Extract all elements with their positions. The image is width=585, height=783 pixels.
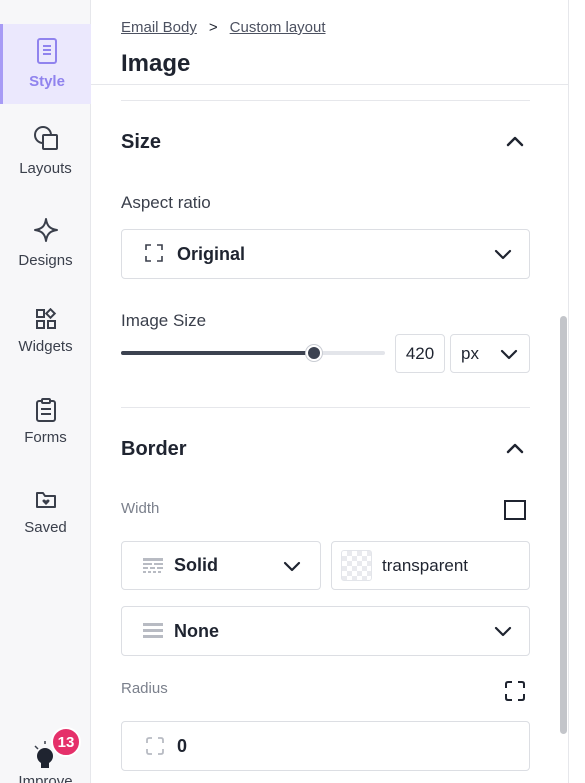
- sidebar-item-label: Style: [29, 73, 65, 90]
- panel-edge: [568, 0, 569, 783]
- corner-radius-icon: [145, 736, 165, 756]
- border-style-select[interactable]: Solid: [121, 541, 321, 590]
- image-size-input[interactable]: 420: [395, 334, 445, 373]
- divider: [121, 407, 530, 408]
- border-color-field[interactable]: transparent: [331, 541, 530, 590]
- sidebar-item-label: Widgets: [18, 338, 73, 355]
- breadcrumb-email-body[interactable]: Email Body: [121, 19, 197, 36]
- aspect-ratio-label: Aspect ratio: [121, 193, 211, 212]
- border-side-value: None: [174, 620, 219, 641]
- scrollbar[interactable]: [560, 316, 567, 734]
- style-doc-icon: [33, 37, 61, 65]
- collapse-size-chevron-up-icon[interactable]: [503, 130, 527, 154]
- notification-badge: 13: [51, 727, 81, 757]
- breadcrumb-custom-layout[interactable]: Custom layout: [230, 19, 326, 36]
- collapse-border-chevron-up-icon[interactable]: [503, 437, 527, 461]
- radius-value: 0: [177, 735, 188, 756]
- unit-select[interactable]: px: [450, 334, 530, 373]
- clipboard-icon: [32, 396, 60, 424]
- radius-corners-icon[interactable]: [502, 678, 528, 704]
- radius-input[interactable]: 0: [121, 721, 530, 771]
- sidebar-item-label: Layouts: [19, 160, 72, 177]
- image-size-label: Image Size: [121, 311, 207, 330]
- sidebar-item-label: Designs: [18, 252, 73, 269]
- chevron-down-icon: [282, 556, 302, 576]
- sidebar-item-widgets[interactable]: Widgets: [0, 305, 91, 385]
- chevron-down-icon: [493, 621, 513, 641]
- breadcrumb-separator: >: [208, 19, 218, 36]
- divider: [121, 100, 530, 101]
- border-color-value: transparent: [382, 555, 468, 575]
- slider-fill: [121, 351, 314, 355]
- sidebar-item-saved[interactable]: Saved: [0, 486, 91, 566]
- border-style-value: Solid: [174, 555, 218, 575]
- transparent-swatch: [341, 550, 372, 581]
- size-section-title: Size: [121, 131, 162, 153]
- radius-label: Radius: [121, 680, 168, 697]
- sidebar: Style Layouts Designs Widgets Forms Save…: [0, 0, 91, 783]
- aspect-ratio-select[interactable]: Original: [121, 229, 530, 279]
- aspect-ratio-value: Original: [177, 243, 246, 264]
- sidebar-item-forms[interactable]: Forms: [0, 396, 91, 476]
- chevron-down-icon: [493, 244, 513, 264]
- unit-value: px: [461, 343, 479, 363]
- border-width-label: Width: [121, 500, 160, 517]
- folder-heart-icon: [32, 486, 60, 514]
- image-size-slider[interactable]: [121, 345, 385, 361]
- chevron-down-icon: [499, 344, 519, 364]
- page-title: Image: [121, 50, 191, 77]
- border-all-sides-icon[interactable]: [502, 497, 528, 523]
- sidebar-item-label: Saved: [24, 519, 67, 536]
- sparkle-icon: [32, 216, 60, 244]
- sidebar-item-style[interactable]: Style: [0, 24, 91, 104]
- border-side-select[interactable]: None: [121, 606, 530, 656]
- layouts-shapes-icon: [32, 124, 60, 152]
- sidebar-item-label: Forms: [24, 429, 67, 446]
- expand-corners-icon: [144, 243, 166, 265]
- breadcrumb: Email Body > Custom layout: [121, 19, 326, 36]
- line-style-icon: [142, 557, 164, 575]
- sidebar-item-label: Improve: [18, 773, 73, 783]
- sidebar-item-designs[interactable]: Designs: [0, 216, 91, 296]
- slider-thumb[interactable]: [306, 345, 322, 361]
- border-section-title: Border: [121, 438, 187, 460]
- widgets-grid-icon: [32, 305, 60, 333]
- sidebar-item-layouts[interactable]: Layouts: [0, 124, 91, 204]
- border-lines-icon: [142, 622, 164, 640]
- panel-header: Email Body > Custom layout Image: [91, 0, 568, 85]
